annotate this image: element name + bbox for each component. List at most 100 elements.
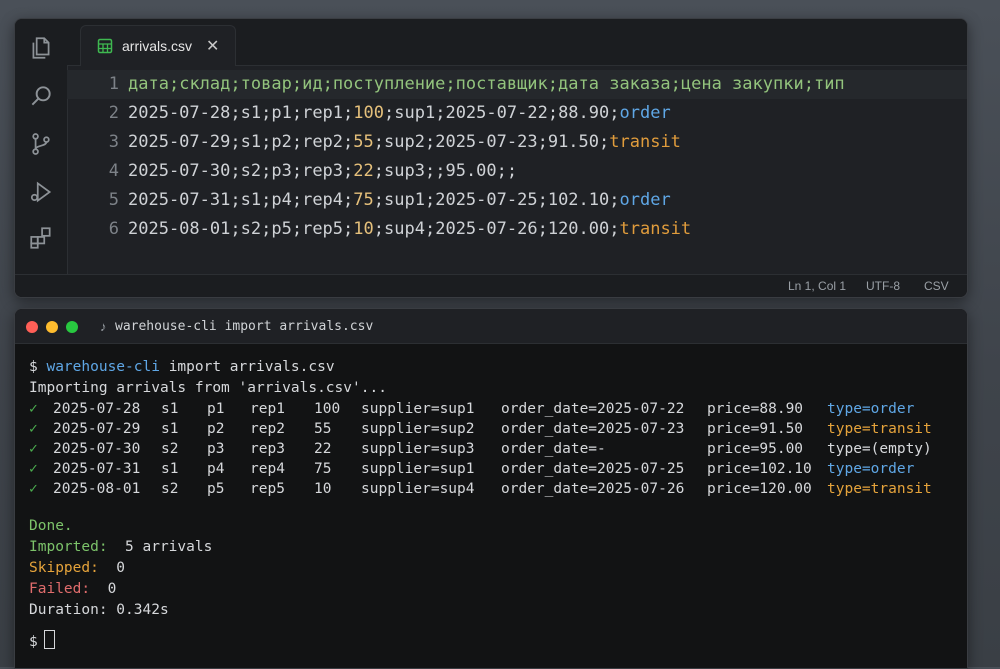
row-qty: 75: [314, 461, 332, 477]
csv-field: sup2: [384, 132, 425, 152]
csv-field: transit: [619, 219, 692, 239]
code-line[interactable]: 2 2025-07-28;s1;p1;rep1;100;sup1;2025-07-…: [67, 99, 967, 128]
csv-separator: ;: [670, 74, 681, 94]
csv-separator: ;: [261, 161, 272, 181]
close-tab-icon[interactable]: ✕: [206, 36, 219, 56]
csv-field: 100: [353, 103, 384, 123]
close-window-button[interactable]: [26, 321, 38, 333]
csv-field: sup3: [384, 161, 425, 181]
csv-separator: ;: [343, 103, 354, 123]
line-number: 3: [108, 132, 119, 152]
csv-field: 2025-07-22: [445, 103, 548, 123]
summary-label: Failed:: [29, 581, 91, 597]
text-cursor[interactable]: [43, 630, 55, 649]
row-date: 2025-07-28: [53, 401, 141, 417]
code-line[interactable]: 1 дата;склад;товар;ид;поступление;поставщ…: [67, 70, 967, 99]
csv-field: s2: [240, 219, 262, 239]
row-product: p2: [207, 421, 225, 437]
code-area[interactable]: 1 дата;склад;товар;ид;поступление;поставщ…: [67, 67, 967, 273]
csv-field: p1: [271, 103, 292, 123]
row-product: p5: [207, 481, 225, 497]
csv-separator: ;: [261, 103, 272, 123]
row-store: s2: [161, 481, 179, 497]
maximize-window-button[interactable]: [66, 321, 78, 333]
search-icon[interactable]: [28, 83, 54, 109]
summary-value: 5 arrivals: [107, 539, 213, 555]
csv-field: 75: [353, 190, 374, 210]
code-line[interactable]: 4 2025-07-30;s2;p3;rep3;22;sup3;;95.00;;: [67, 157, 967, 186]
summary-line: Failed: 0: [29, 579, 116, 599]
line-content: 2025-08-01;s2;p5;rep5;10;sup4;2025-07-26…: [128, 215, 691, 244]
csv-field: rep1: [302, 103, 344, 123]
csv-field: цена закупки: [680, 74, 804, 94]
line-number: 4: [108, 161, 119, 181]
row-qty: 22: [314, 441, 332, 457]
csv-field: s1: [240, 132, 262, 152]
csv-field: p4: [271, 190, 292, 210]
row-order-date: order_date=2025-07-26: [501, 481, 685, 497]
summary-line: Skipped: 0: [29, 558, 125, 578]
cursor-position[interactable]: Ln 1, Col 1: [788, 279, 846, 293]
command-args: import arrivals.csv: [159, 359, 335, 375]
minimize-window-button[interactable]: [46, 321, 58, 333]
csv-field: sup4: [384, 219, 425, 239]
row-product: p1: [207, 401, 225, 417]
row-store: s1: [161, 421, 179, 437]
csv-field: rep3: [302, 161, 344, 181]
code-line[interactable]: 6 2025-08-01;s2;p5;rep5;10;sup4;2025-07-2…: [67, 215, 967, 244]
csv-field: transit: [609, 132, 681, 152]
csv-field: ид: [302, 74, 323, 94]
csv-field: тип: [813, 74, 845, 94]
extensions-icon[interactable]: [28, 225, 54, 251]
row-price: price=102.10: [707, 461, 812, 477]
prompt: $: [29, 634, 38, 650]
code-line[interactable]: 5 2025-07-31;s1;p4;rep4;75;sup1;2025-07-2…: [67, 186, 967, 215]
csv-separator: ;: [230, 219, 241, 239]
csv-field: 2025-07-26: [435, 219, 538, 239]
row-qty: 10: [314, 481, 332, 497]
row-date: 2025-07-29: [53, 421, 141, 437]
csv-field: 2025-07-31: [128, 190, 231, 210]
csv-field: sup1: [394, 103, 436, 123]
line-content: 2025-07-28;s1;p1;rep1;100;sup1;2025-07-2…: [128, 99, 671, 128]
tab-label: arrivals.csv: [122, 38, 193, 54]
language-indicator[interactable]: CSV: [924, 279, 949, 293]
terminal-output[interactable]: $ warehouse-cli import arrivals.csv Impor…: [15, 343, 967, 668]
terminal-title: warehouse-cli import arrivals.csv: [115, 319, 374, 334]
csv-separator: ;: [547, 74, 559, 94]
files-icon[interactable]: [28, 35, 54, 61]
csv-field: 2025-07-29: [128, 132, 231, 152]
source-control-icon[interactable]: [28, 131, 54, 157]
command-line: $ warehouse-cli import arrivals.csv: [29, 357, 335, 377]
row-date: 2025-07-30: [53, 441, 141, 457]
summary-value: 0: [98, 560, 126, 576]
run-debug-icon[interactable]: [28, 179, 54, 205]
csv-separator: ;: [168, 74, 180, 94]
csv-separator: ;: [424, 161, 436, 181]
row-order-date: order_date=-: [501, 441, 606, 457]
status-bar: Ln 1, Col 1 UTF-8 CSV: [15, 274, 967, 297]
row-type: type=(empty): [827, 441, 932, 457]
code-line[interactable]: 3 2025-07-29;s1;p2;rep2;55;sup2;2025-07-2…: [67, 128, 967, 157]
importing-message: Importing arrivals from 'arrivals.csv'..…: [29, 380, 387, 396]
csv-field: rep5: [302, 219, 344, 239]
csv-separator: ;: [547, 103, 559, 123]
row-price: price=120.00: [707, 481, 812, 497]
csv-field: sup1: [384, 190, 425, 210]
csv-separator: ;: [537, 219, 548, 239]
line-content: дата;склад;товар;ид;поступление;поставщи…: [128, 70, 845, 99]
check-icon: ✓: [29, 421, 38, 437]
csv-separator: ;: [261, 132, 272, 152]
csv-separator: ;: [343, 219, 354, 239]
encoding-indicator[interactable]: UTF-8: [866, 279, 900, 293]
csv-separator: ;: [445, 74, 456, 94]
csv-separator: ;: [599, 132, 610, 152]
check-icon: ✓: [29, 481, 38, 497]
row-supplier: supplier=sup1: [361, 401, 475, 417]
terminal-window: ♪ warehouse-cli import arrivals.csv $ wa…: [14, 308, 968, 669]
csv-field: поступление: [332, 74, 446, 94]
csv-field: rep4: [302, 190, 344, 210]
tab-arrivals-csv[interactable]: arrivals.csv ✕: [80, 25, 236, 66]
csv-field: товар: [240, 74, 292, 94]
csv-field: 2025-07-28: [128, 103, 231, 123]
